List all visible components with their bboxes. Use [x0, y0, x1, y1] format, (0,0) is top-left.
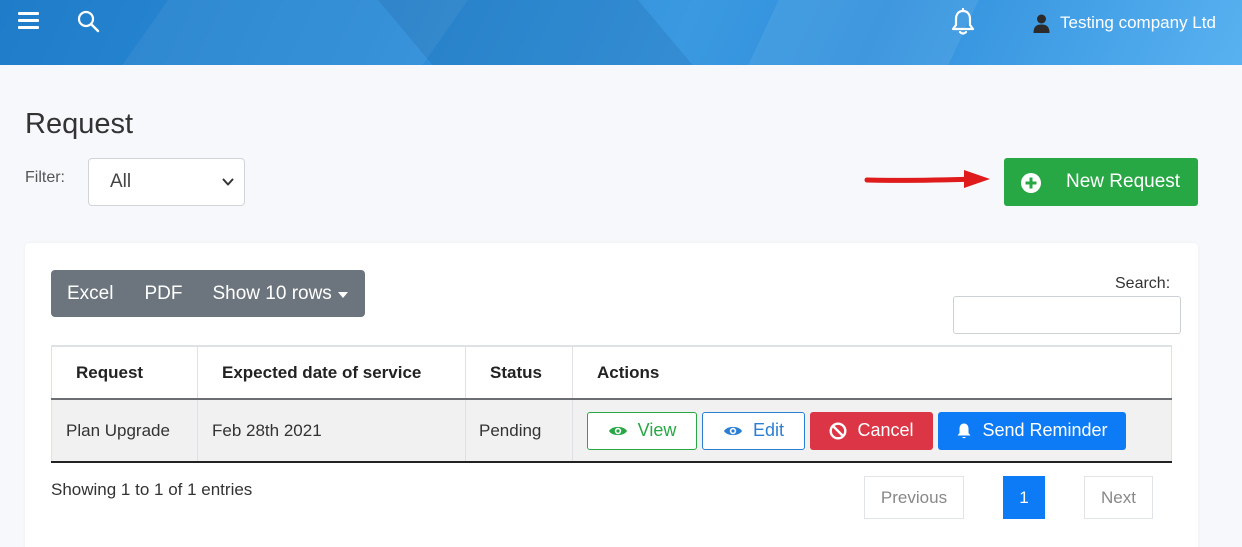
notification-bell-icon[interactable] — [950, 7, 976, 41]
export-button-group: Excel PDF Show 10 rows — [51, 270, 365, 317]
send-reminder-label: Send Reminder — [982, 420, 1108, 440]
pdf-export-button[interactable]: PDF — [129, 270, 197, 317]
bell-icon — [957, 423, 971, 438]
view-button[interactable]: View — [587, 411, 697, 450]
top-navbar: Testing company Ltd — [0, 0, 1242, 65]
plus-circle-icon — [1021, 173, 1041, 193]
eye-icon — [608, 426, 627, 435]
search-icon[interactable] — [76, 9, 100, 38]
edit-button[interactable]: Edit — [702, 411, 805, 450]
column-header-request[interactable]: Request — [51, 345, 198, 400]
column-header-date[interactable]: Expected date of service — [197, 345, 466, 400]
table-row: Plan Upgrade Feb 28th 2021 Pending View — [51, 398, 1172, 463]
user-account-menu[interactable]: Testing company Ltd — [1033, 13, 1216, 33]
pagination-page-1[interactable]: 1 — [1003, 476, 1045, 519]
table-header-row: Request Expected date of service Status … — [51, 345, 1172, 400]
excel-export-button[interactable]: Excel — [51, 270, 129, 317]
eye-icon — [723, 426, 742, 435]
column-header-status[interactable]: Status — [465, 345, 573, 400]
requests-table: Request Expected date of service Status … — [51, 345, 1172, 463]
edit-label: Edit — [752, 420, 785, 440]
date-cell: Feb 28th 2021 — [197, 398, 466, 463]
show-rows-label: Show 10 rows — [212, 282, 332, 304]
caret-down-icon — [337, 291, 348, 298]
send-reminder-button[interactable]: Send Reminder — [938, 411, 1126, 450]
status-cell: Pending — [465, 398, 573, 463]
request-cell: Plan Upgrade — [51, 398, 198, 463]
annotation-arrow-icon — [864, 170, 990, 188]
show-rows-dropdown[interactable]: Show 10 rows — [197, 270, 364, 317]
actions-cell: View Edit Cancel Send Reminder — [572, 398, 1172, 463]
hamburger-menu-icon[interactable] — [18, 12, 39, 30]
new-request-button[interactable]: New Request — [1004, 158, 1198, 206]
page-title: Request — [25, 108, 134, 140]
filter-label: Filter: — [25, 169, 65, 186]
cancel-label: Cancel — [857, 420, 914, 440]
entries-summary: Showing 1 to 1 of 1 entries — [51, 480, 253, 499]
ban-icon — [829, 421, 847, 440]
chevron-down-icon — [222, 178, 234, 186]
search-label: Search: — [1115, 275, 1171, 292]
cancel-button[interactable]: Cancel — [810, 411, 933, 450]
view-label: View — [637, 420, 677, 440]
filter-select[interactable]: All — [88, 158, 245, 206]
user-icon — [1033, 14, 1050, 33]
column-header-actions: Actions — [572, 345, 1172, 400]
new-request-label: New Request — [1066, 171, 1181, 192]
pagination-previous-button[interactable]: Previous — [864, 476, 964, 519]
table-search-input[interactable] — [953, 296, 1181, 334]
user-name: Testing company Ltd — [1060, 13, 1216, 32]
filter-selected-value: All — [110, 171, 132, 192]
pagination-next-button[interactable]: Next — [1084, 476, 1153, 519]
